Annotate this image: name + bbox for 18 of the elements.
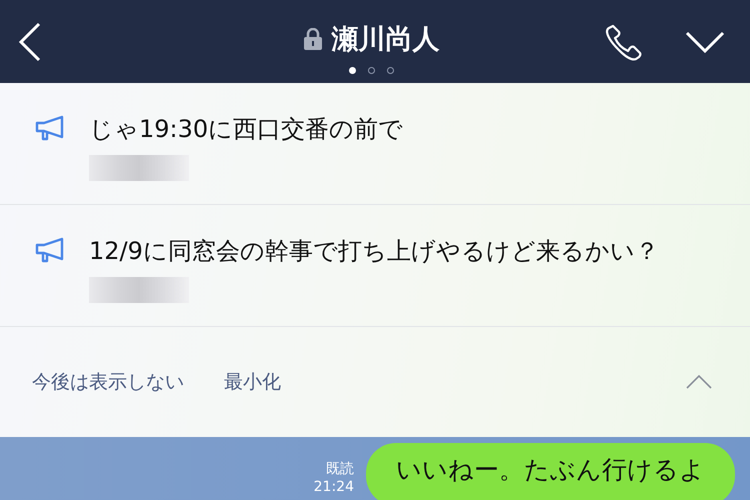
announcement-item[interactable]: じゃ19:30に西口交番の前で: [0, 83, 750, 205]
announcement-item[interactable]: 12/9に同窓会の幹事で打ち上げやるけど来るかい？: [0, 205, 750, 327]
megaphone-icon: [35, 115, 65, 141]
chevron-up-icon[interactable]: [686, 375, 712, 389]
page-dot[interactable]: [368, 67, 375, 74]
message-bubble: いいねー。たぶん行けるよ: [366, 443, 735, 500]
megaphone-icon: [35, 237, 65, 263]
chevron-down-icon[interactable]: [685, 30, 725, 52]
chat-title: 瀬川尚人: [332, 23, 440, 57]
page-dot[interactable]: [387, 67, 394, 74]
action-link[interactable]: 最小化: [224, 369, 281, 395]
read-receipt: 既読: [326, 460, 354, 478]
announcement-text: 12/9に同窓会の幹事で打ち上げやるけど来るかい？: [89, 236, 659, 267]
back-icon[interactable]: [18, 22, 42, 62]
message-time: 21:24: [314, 478, 354, 496]
action-link[interactable]: 今後は表示しない: [32, 369, 184, 395]
announcement-text: じゃ19:30に西口交番の前で: [89, 114, 404, 145]
phone-icon[interactable]: [605, 22, 643, 60]
